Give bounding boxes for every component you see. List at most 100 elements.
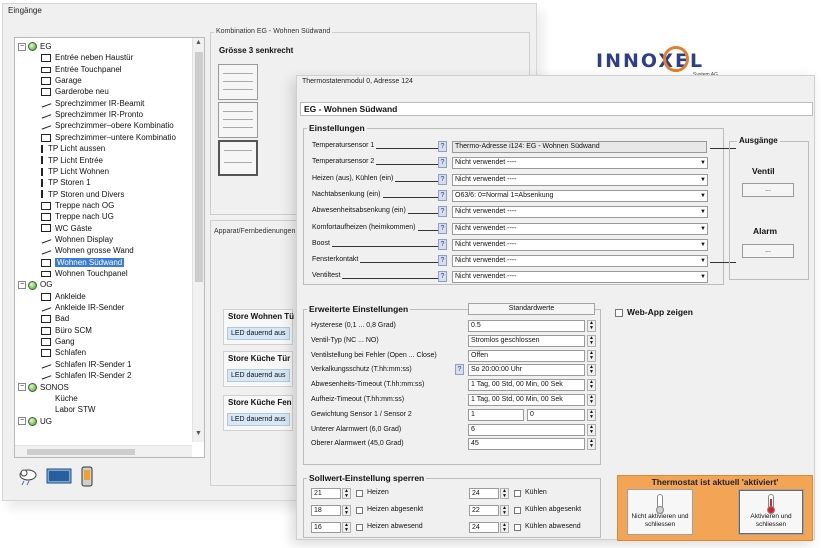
spinner-arrows-icon[interactable]: ▲ ▼: [342, 522, 351, 533]
tree-item[interactable]: Sprechzimmer–obere Kombinatio: [40, 120, 174, 131]
tree-item[interactable]: Sprechzimmer IR-Pronto: [40, 109, 143, 120]
help-icon[interactable]: ?: [455, 364, 464, 376]
alarm-button[interactable]: ...: [742, 244, 794, 258]
spinner-arrows-icon[interactable]: ▲ ▼: [587, 423, 596, 436]
setpoint-input[interactable]: 24: [469, 488, 499, 499]
erweitert-input[interactable]: So 20:00:00 Uhr: [468, 364, 585, 377]
spinner-arrows-icon[interactable]: ▲ ▼: [500, 505, 509, 516]
lock-checkbox[interactable]: [514, 507, 521, 514]
spinner-arrows-icon[interactable]: ▲ ▼: [500, 488, 509, 499]
lock-checkbox[interactable]: [514, 524, 521, 531]
tree-item[interactable]: Ankleide IR-Sender: [40, 302, 124, 313]
tree-vertical-scrollbar[interactable]: ▲ ▼: [192, 38, 204, 442]
checkbox-icon[interactable]: [615, 308, 623, 317]
panel-thumb-selected[interactable]: [218, 140, 258, 176]
panel-thumb[interactable]: [218, 102, 258, 138]
tree-item[interactable]: Küche: [41, 393, 78, 404]
tree-item[interactable]: TP Storen und Divers: [41, 189, 124, 200]
erweitert-input[interactable]: 1 Tag, 00 Std, 00 Min, 00 Sek: [468, 379, 585, 392]
tree-item[interactable]: Wohnen Display: [40, 234, 113, 245]
spinner-arrows-icon[interactable]: ▲ ▼: [587, 349, 596, 362]
spinner-arrows-icon[interactable]: ▲ ▼: [587, 334, 596, 347]
chevron-down-icon[interactable]: ▼: [700, 272, 706, 282]
tree-item[interactable]: Wohnen Touchpanel: [41, 268, 128, 279]
spinner-arrows-icon[interactable]: ▲ ▼: [342, 505, 351, 516]
tree-item[interactable]: Garage: [41, 75, 82, 86]
lock-checkbox[interactable]: [514, 490, 521, 497]
webapp-checkbox[interactable]: Web-App zeigen: [615, 307, 693, 317]
tree-item[interactable]: Treppe nach OG: [41, 200, 114, 211]
lock-checkbox[interactable]: [356, 490, 363, 497]
scroll-down-icon[interactable]: ▼: [195, 430, 202, 437]
chevron-down-icon[interactable]: ▼: [700, 191, 706, 201]
panel-preview[interactable]: [218, 64, 260, 188]
tree-item[interactable]: Gang: [41, 336, 75, 347]
einstellung-dropdown[interactable]: Nicht verwendet ---- ▼: [452, 255, 708, 268]
help-icon[interactable]: ?: [438, 141, 447, 152]
standardwerte-button[interactable]: Standardwerte: [468, 303, 595, 315]
erweitert-input[interactable]: 0.5: [468, 320, 585, 332]
help-icon[interactable]: ?: [438, 157, 447, 169]
tree-group[interactable]: − OG: [18, 279, 52, 290]
chevron-down-icon[interactable]: ▼: [700, 240, 706, 250]
chevron-down-icon[interactable]: ▼: [700, 256, 706, 266]
input-tree[interactable]: − EG Entrée neben Haustür Entrée Touchpanel…: [14, 37, 205, 458]
scroll-thumb[interactable]: [195, 52, 203, 282]
tree-item[interactable]: Bad: [41, 313, 69, 324]
weather-icon[interactable]: [17, 466, 39, 488]
tree-group[interactable]: − EG: [18, 41, 52, 52]
help-icon[interactable]: ?: [438, 255, 447, 267]
tree-item[interactable]: TP Licht Entrée: [41, 155, 103, 166]
einstellung-dropdown[interactable]: O63/6: 0=Normal 1=Absenkung ▼: [452, 189, 708, 202]
collapse-icon[interactable]: −: [18, 281, 26, 290]
tree-item[interactable]: Garderobe neu: [41, 86, 109, 97]
tree-group[interactable]: − UG: [18, 416, 52, 427]
einstellung-dropdown[interactable]: Nicht verwendet ---- ▼: [452, 206, 708, 219]
tree-item[interactable]: Entrée neben Haustür: [41, 52, 133, 63]
hscroll-thumb[interactable]: [27, 449, 135, 455]
tree-item[interactable]: Schlafen IR-Sender 1: [40, 359, 132, 370]
store-card[interactable]: Store Küche Tür LED dauernd aus: [223, 351, 293, 387]
einstellung-dropdown[interactable]: Nicht verwendet ---- ▼: [452, 238, 708, 251]
deactivate-close-button[interactable]: Nicht aktivieren und schliessen: [627, 489, 693, 535]
store-card[interactable]: Store Küche Fen LED dauernd aus: [223, 395, 293, 431]
spinner-arrows-icon[interactable]: ▲ ▼: [500, 522, 509, 533]
erweitert-input[interactable]: 45: [468, 438, 585, 451]
tree-item[interactable]: Schlafen IR-Sender 2: [40, 370, 132, 381]
spinner-arrows-icon[interactable]: ▲ ▼: [587, 379, 596, 392]
tree-item[interactable]: Wohnen Südwand: [41, 257, 125, 268]
tree-item[interactable]: Labor STW: [41, 404, 95, 415]
erweitert-input[interactable]: Offen: [468, 349, 585, 362]
collapse-icon[interactable]: −: [18, 42, 26, 51]
erweitert-input[interactable]: 1 Tag, 00 Std, 00 Min, 00 Sek: [468, 394, 585, 406]
spinner-arrows-icon[interactable]: ▲ ▼: [342, 488, 351, 499]
chevron-down-icon[interactable]: ▼: [700, 175, 706, 185]
tree-item[interactable]: TP Licht Wohnen: [41, 166, 109, 177]
tree-item[interactable]: Schlafen: [41, 347, 86, 358]
lock-checkbox[interactable]: [356, 507, 363, 514]
tree-item[interactable]: TP Licht aussen: [41, 143, 105, 154]
einstellung-dropdown[interactable]: Nicht verwendet ---- ▼: [452, 271, 708, 284]
spinner-arrows-icon[interactable]: ▲ ▼: [587, 364, 596, 377]
help-icon[interactable]: ?: [438, 206, 447, 218]
help-icon[interactable]: ?: [438, 222, 447, 234]
spinner-arrows-icon[interactable]: ▲ ▼: [587, 394, 596, 406]
store-card[interactable]: Store Wohnen Tü LED dauernd aus: [223, 309, 294, 345]
help-icon[interactable]: ?: [438, 173, 447, 185]
tree-item[interactable]: TP Storen 1: [41, 177, 91, 188]
tree-item[interactable]: Ankleide: [41, 291, 86, 302]
help-icon[interactable]: ?: [438, 238, 447, 250]
ventil-button[interactable]: ...: [742, 183, 794, 197]
store-card-led-mode[interactable]: LED dauernd aus: [227, 369, 290, 382]
setpoint-input[interactable]: 21: [311, 488, 341, 499]
store-card-led-mode[interactable]: LED dauernd aus: [227, 327, 290, 340]
einstellung-dropdown[interactable]: Nicht verwendet ---- ▼: [452, 173, 708, 186]
einstellung-dropdown[interactable]: Nicht verwendet ---- ▼: [452, 222, 708, 235]
tree-item[interactable]: WC Gäste: [41, 223, 92, 234]
spinner-arrows-icon[interactable]: ▲ ▼: [587, 438, 596, 451]
tree-group[interactable]: − SONOS: [18, 382, 69, 393]
help-icon[interactable]: ?: [438, 271, 447, 283]
tree-item[interactable]: Treppe nach UG: [41, 211, 114, 222]
tree-item[interactable]: Sprechzimmer IR-Beamit: [40, 98, 144, 109]
erweitert-input[interactable]: Stromlos geschlossen: [468, 334, 585, 347]
